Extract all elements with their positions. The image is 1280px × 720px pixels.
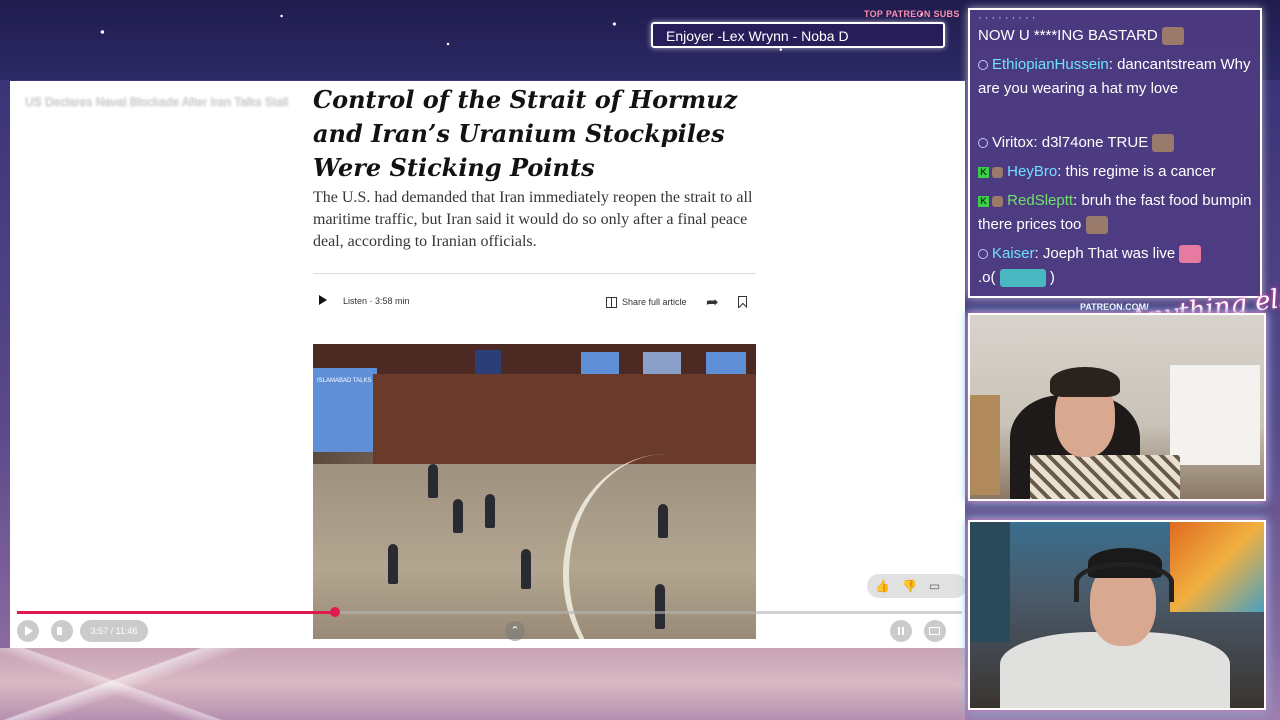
chevron-up-icon[interactable]: ⌃ [505,621,525,641]
chat-username[interactable]: Viritox [992,134,1033,151]
photo-person [485,494,495,528]
cam-person-hair [1050,367,1120,397]
dislike-icon[interactable]: 👎 [902,579,917,593]
cam-shelf [970,395,1000,495]
photo-person [428,464,438,498]
chat-text: this regime is a cancer [1065,163,1216,180]
photo-screen-text: ISLAMABAD TALKS [317,378,372,384]
article-toolbar: Listen · 3:58 min Share full article ➦ [313,291,756,313]
sub-badge-icon [978,249,988,260]
photo-screen-left: ISLAMABAD TALKS [313,368,377,452]
emote-icon [1161,27,1184,46]
share-arrow-icon[interactable]: ➦ [706,293,719,311]
photo-person [655,584,665,629]
chat-text: Joeph That was live [1042,245,1176,262]
video-progress-fill [17,611,336,614]
emote-icon [1085,216,1108,235]
patreon-ticker: Enjoyer -Lex Wrynn - Noba D [651,22,945,48]
ticker-text: Enjoyer -Lex Wrynn - Noba D [666,28,849,44]
share-article-button[interactable]: Share full article [606,291,687,313]
play-icon [25,626,33,636]
photo-person [658,504,668,538]
cam-dresser [1170,365,1260,465]
headphones-icon [1074,562,1174,602]
article-divider [313,273,756,274]
photo-person [453,499,463,533]
listen-play-icon[interactable] [319,295,327,305]
captions-button[interactable] [924,620,946,642]
chat-text: NOW U ****ING BASTARD [978,27,1158,44]
badge-icon [992,166,1003,178]
chat-message: EthiopianHussein: dancantstream Why are … [978,56,1251,97]
chat-text: .o( [978,269,996,286]
pause-icon [898,627,900,635]
chat-text: d3l74one TRUE [1041,134,1149,151]
cam-poster [1170,522,1264,612]
overlay-bottom-art [0,648,965,720]
cam-shelf [970,522,1010,642]
video-title: US Declares Naval Blockade After Iran Ta… [25,95,289,109]
photo-person [388,544,398,584]
listen-label[interactable]: Listen · 3:58 min [343,296,410,306]
kick-badge-icon: K [978,166,989,178]
bookmark-icon[interactable] [738,296,747,308]
gift-icon [606,296,617,308]
chat-username[interactable]: EthiopianHussein [992,56,1109,73]
sub-badge-icon [978,138,988,149]
badge-icon [992,195,1003,207]
chat-message: K HeyBro: this regime is a cancer [978,160,1253,184]
cam-person-sweater [1030,455,1180,499]
emote-icon [999,269,1046,288]
volume-button[interactable] [51,620,73,642]
video-action-bar: 👍 👎 ▭ [867,574,965,598]
webcam-bottom [968,520,1266,710]
video-player[interactable]: US Declares Naval Blockade After Iran Ta… [10,81,965,648]
video-progress-bar[interactable] [17,611,962,614]
share-label: Share full article [622,297,687,307]
chat-panel: · · · · · · · · · NOW U ****ING BASTARD … [968,8,1262,298]
photo-wall [373,374,756,464]
chat-message: K RedSleptt: bruh the fast food bumpin t… [978,192,1252,235]
kick-badge-icon: K [978,195,989,207]
chat-username[interactable]: HeyBro [1007,163,1057,180]
patreon-subs-label: TOP PATREON SUBS [864,9,960,19]
sub-badge-icon [978,60,988,71]
chat-message: NOW U ****ING BASTARD [978,24,1253,48]
photo-person [521,549,531,589]
chat-username[interactable]: RedSleptt [1007,192,1073,209]
video-time: 3:57 / 11:46 [80,620,148,642]
comment-icon[interactable]: ▭ [929,579,940,593]
webcam-top [968,313,1266,501]
article-headline: Control of the Strait of Hormuz and Iran… [313,85,738,182]
pause-button[interactable] [890,620,912,642]
chat-message: Viritox: d3l74one TRUE [978,131,1253,155]
chat-username[interactable]: Kaiser [992,245,1035,262]
chat-message: .o( ) [978,266,1253,290]
emote-icon [1179,245,1202,264]
article-photo: ISLAMABAD TALKS [313,344,756,639]
like-icon[interactable]: 👍 [875,579,890,593]
play-button[interactable] [17,620,39,642]
captions-icon [929,627,940,635]
chat-message: Kaiser: Joeph That was live [978,242,1253,266]
article-summary: The U.S. had demanded that Iran immediat… [313,189,753,250]
chat-text: ) [1049,269,1055,286]
emote-icon [1152,134,1175,153]
volume-icon [57,627,62,635]
